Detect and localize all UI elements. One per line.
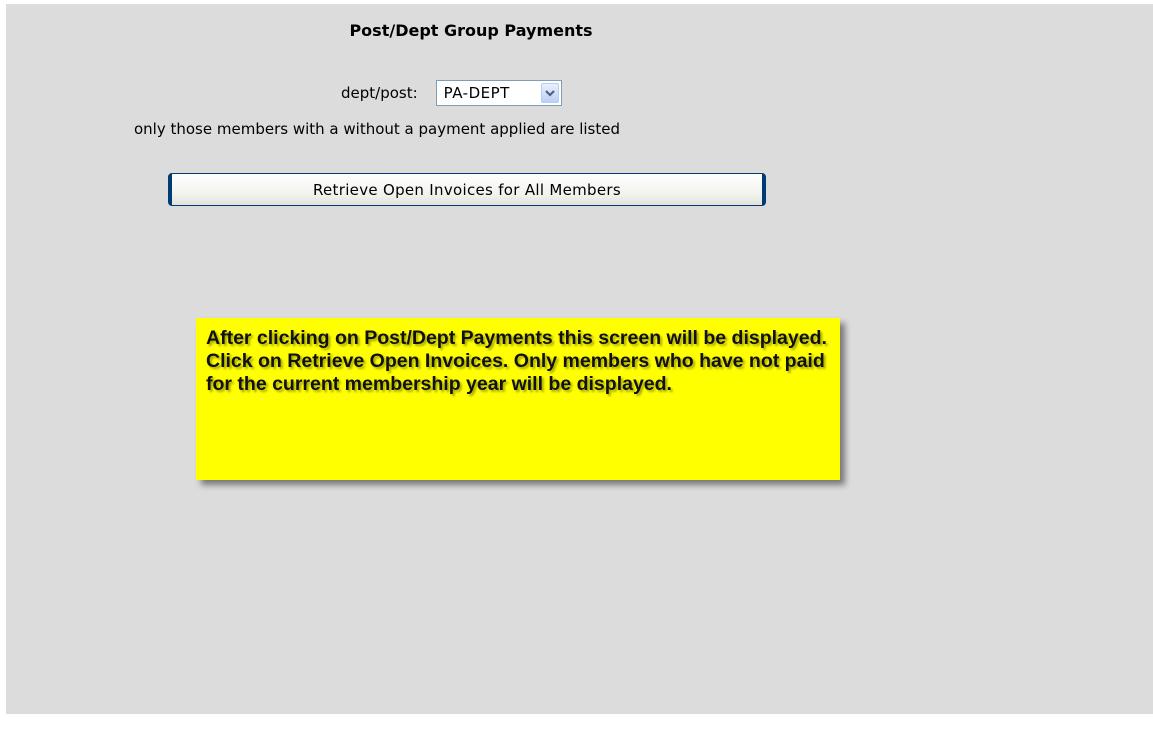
dept-post-select[interactable]: PA-DEPT (435, 80, 562, 106)
retrieve-open-invoices-button[interactable]: Retrieve Open Invoices for All Members (168, 173, 766, 206)
dept-post-selected-value: PA-DEPT (443, 84, 510, 102)
instruction-callout: After clicking on Post/Dept Payments thi… (196, 318, 840, 480)
chevron-down-icon[interactable] (540, 83, 559, 103)
page-title: Post/Dept Group Payments (349, 21, 593, 40)
listing-note: only those members with a without a paym… (134, 120, 620, 138)
dept-post-row: dept/post: PA-DEPT (341, 79, 562, 107)
page-content: Post/Dept Group Payments dept/post: PA-D… (6, 4, 1153, 714)
dept-post-label: dept/post: (341, 84, 418, 102)
